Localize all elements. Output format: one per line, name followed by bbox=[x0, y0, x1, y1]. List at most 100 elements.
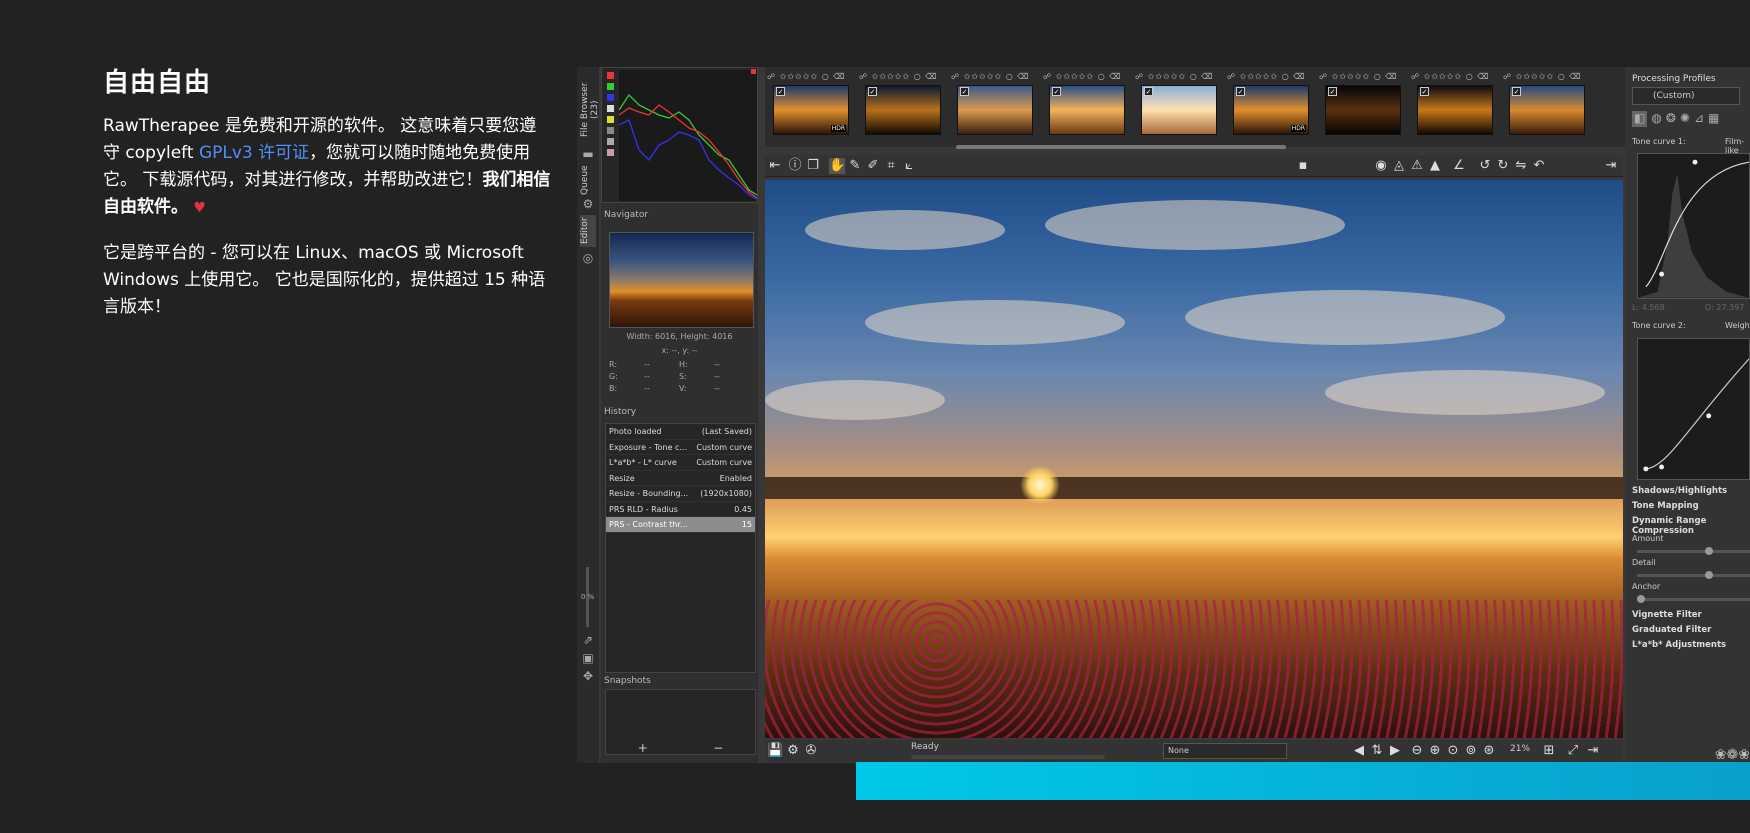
history-row-selected[interactable]: PRS - Contrast thr... 15 bbox=[606, 517, 755, 533]
remove-snapshot-button[interactable]: − bbox=[713, 741, 723, 755]
thumbnail-rating[interactable]: ☍ ✩✩✩✩✩ ○ ⌫ bbox=[1503, 72, 1591, 82]
green-channel-toggle[interactable] bbox=[607, 83, 614, 90]
tab-editor[interactable]: Editor bbox=[580, 215, 596, 247]
navigator-preview[interactable] bbox=[609, 232, 754, 328]
check-icon[interactable]: ✓ bbox=[868, 87, 877, 96]
thumbnail-rating[interactable]: ☍ ✩✩✩✩✩ ○ ⌫ bbox=[859, 72, 947, 82]
transform-tab-icon[interactable]: ⊿ bbox=[1694, 111, 1704, 127]
anchor-slider-knob[interactable] bbox=[1637, 595, 1645, 603]
zoom-out-icon[interactable]: ⊖ bbox=[1409, 743, 1425, 759]
clip-indicator[interactable] bbox=[751, 69, 756, 74]
hand-tool-icon[interactable]: ✋ bbox=[829, 158, 845, 174]
tone-curve-2-editor[interactable] bbox=[1637, 338, 1750, 480]
thumbnail-image[interactable]: ✓ bbox=[865, 85, 941, 135]
bar-toggle[interactable] bbox=[607, 138, 614, 145]
thumbnail[interactable]: ☍ ✩✩✩✩✩ ○ ⌫ ✓ bbox=[1503, 72, 1591, 140]
amount-slider-knob[interactable] bbox=[1705, 547, 1713, 555]
rotate-left-icon[interactable]: ↺ bbox=[1477, 158, 1493, 174]
exposure-tab-icon[interactable]: ◧ bbox=[1632, 111, 1648, 127]
check-icon[interactable]: ✓ bbox=[1328, 87, 1337, 96]
flip-icon[interactable]: ⇋ bbox=[1513, 158, 1529, 174]
gpl-license-link[interactable]: GPLv3 许可证 bbox=[199, 143, 309, 163]
focus-mask-icon[interactable]: ◉ bbox=[1373, 158, 1389, 174]
collapse-panel-icon[interactable]: ⇥ bbox=[1585, 743, 1601, 759]
thumbnail-image[interactable]: ✓ bbox=[1049, 85, 1125, 135]
color-tab-icon[interactable]: ❂ bbox=[1666, 111, 1676, 127]
profile-select[interactable]: (Custom) bbox=[1632, 87, 1740, 105]
history-row[interactable]: Resize - Bounding... (1920x1080) bbox=[606, 486, 755, 502]
detail-slider[interactable] bbox=[1637, 571, 1750, 579]
save-icon[interactable]: 💾 bbox=[767, 743, 783, 759]
graduated-filter-section[interactable]: Graduated Filter bbox=[1632, 625, 1711, 635]
history-row[interactable]: PRS RLD - Radius 0.45 bbox=[606, 502, 755, 517]
straighten-icon[interactable]: ⟀ bbox=[901, 158, 917, 174]
check-icon[interactable]: ✓ bbox=[960, 87, 969, 96]
thumbnail-rating[interactable]: ☍ ✩✩✩✩✩ ○ ⌫ bbox=[1135, 72, 1223, 82]
raw-toggle[interactable] bbox=[607, 127, 614, 134]
thumbnail[interactable]: ☍ ✩✩✩✩✩ ○ ⌫ ✓ HDR bbox=[767, 72, 855, 140]
flip-vertical-icon[interactable]: ↶ bbox=[1531, 158, 1547, 174]
advanced-tab-icon[interactable]: ✺ bbox=[1680, 111, 1690, 127]
thumbnail-rating[interactable]: ☍ ✩✩✩✩✩ ○ ⌫ bbox=[1411, 72, 1499, 82]
detail-slider-knob[interactable] bbox=[1705, 571, 1713, 579]
check-icon[interactable]: ✓ bbox=[776, 87, 785, 96]
rotate-icon[interactable]: ∠ bbox=[1451, 158, 1467, 174]
thumbnail-rating[interactable]: ☍ ✩✩✩✩✩ ○ ⌫ bbox=[951, 72, 1039, 82]
tone-mapping-section[interactable]: Tone Mapping bbox=[1632, 501, 1699, 511]
thumbnail-image[interactable]: ✓ HDR bbox=[773, 85, 849, 135]
thumbnail[interactable]: ☍ ✩✩✩✩✩ ○ ⌫ ✓ bbox=[859, 72, 947, 140]
add-snapshot-icon[interactable]: ⇗ bbox=[581, 633, 595, 647]
thumbnail-image[interactable]: ✓ bbox=[957, 85, 1033, 135]
check-icon[interactable]: ✓ bbox=[1144, 87, 1153, 96]
main-preview-image[interactable] bbox=[765, 180, 1623, 738]
thumbnail-rating[interactable]: ☍ ✩✩✩✩✩ ○ ⌫ bbox=[1227, 72, 1315, 82]
tab-file-browser[interactable]: File Browser (23) bbox=[580, 75, 600, 145]
thumbnail[interactable]: ☍ ✩✩✩✩✩ ○ ⌫ ✓ bbox=[951, 72, 1039, 140]
check-icon[interactable]: ✓ bbox=[1420, 87, 1429, 96]
history-row[interactable]: L*a*b* - L* curve Custom curve bbox=[606, 455, 755, 471]
zoom-in-icon[interactable]: ⊕ bbox=[1427, 743, 1443, 759]
thumbnail[interactable]: ☍ ✩✩✩✩✩ ○ ⌫ ✓ bbox=[1319, 72, 1407, 140]
thumbnail-rating[interactable]: ☍ ✩✩✩✩✩ ○ ⌫ bbox=[1043, 72, 1131, 82]
queue-icon[interactable]: ⚙ bbox=[785, 743, 801, 759]
tab-queue[interactable]: Queue bbox=[580, 165, 596, 195]
gears-icon[interactable]: ⚙ bbox=[581, 197, 595, 211]
preview-channels-icon[interactable]: ▪ bbox=[1295, 158, 1311, 174]
vignette-filter-section[interactable]: Vignette Filter bbox=[1632, 610, 1702, 620]
raw-tab-icon[interactable]: ▦ bbox=[1708, 111, 1719, 127]
chroma-toggle[interactable] bbox=[607, 116, 614, 123]
highlight-clip-icon[interactable]: ▲ bbox=[1427, 158, 1443, 174]
zoom-fit-icon[interactable]: ⊚ bbox=[1463, 743, 1479, 759]
anchor-slider[interactable] bbox=[1637, 595, 1750, 603]
mode-toggle[interactable] bbox=[607, 149, 614, 156]
drc-section[interactable]: Dynamic Range Compression bbox=[1632, 516, 1750, 536]
thumbnail-image[interactable]: ✓ bbox=[1417, 85, 1493, 135]
zoom-fit-crop-icon[interactable]: ⊛ bbox=[1481, 743, 1497, 759]
thumbnail[interactable]: ☍ ✩✩✩✩✩ ○ ⌫ ✓ bbox=[1411, 72, 1499, 140]
aperture-icon[interactable]: ◎ bbox=[581, 251, 595, 265]
info-icon[interactable]: ⓘ bbox=[787, 158, 803, 174]
luminance-toggle[interactable] bbox=[607, 105, 614, 112]
sync-icon[interactable]: ⇅ bbox=[1369, 743, 1385, 759]
thumbnail-image[interactable]: ✓ bbox=[1509, 85, 1585, 135]
shadow-clip-icon[interactable]: ◬ bbox=[1391, 158, 1407, 174]
amount-slider[interactable] bbox=[1637, 547, 1750, 555]
detail-tab-icon[interactable]: ◍ bbox=[1651, 111, 1661, 127]
check-icon[interactable]: ✓ bbox=[1236, 87, 1245, 96]
thumbnail-image[interactable]: ✓ HDR bbox=[1233, 85, 1309, 135]
color-picker-icon[interactable]: ✐ bbox=[865, 158, 881, 174]
thumbnail[interactable]: ☍ ✩✩✩✩✩ ○ ⌫ ✓ bbox=[1135, 72, 1223, 140]
hide-right-panel-icon[interactable]: ⇥ bbox=[1603, 158, 1619, 174]
blue-channel-toggle[interactable] bbox=[607, 94, 614, 101]
navigate-previous-icon[interactable]: ◀ bbox=[1351, 743, 1367, 759]
new-detail-window-icon[interactable]: ⊞ bbox=[1541, 743, 1557, 759]
tone-curve-2-mode[interactable]: Weighte... bbox=[1725, 321, 1750, 330]
external-editor-icon[interactable]: ✇ bbox=[803, 743, 819, 759]
preview-mode-select[interactable]: None bbox=[1163, 743, 1287, 759]
history-row[interactable]: Resize Enabled bbox=[606, 471, 755, 486]
fullscreen-icon[interactable]: ⤢ bbox=[1565, 743, 1581, 759]
thumbnail[interactable]: ☍ ✩✩✩✩✩ ○ ⌫ ✓ HDR bbox=[1227, 72, 1315, 140]
history-row[interactable]: Photo loaded (Last Saved) bbox=[606, 424, 755, 440]
thumbnail-rating[interactable]: ☍ ✩✩✩✩✩ ○ ⌫ bbox=[767, 72, 855, 82]
thumbnail-image[interactable]: ✓ bbox=[1141, 85, 1217, 135]
